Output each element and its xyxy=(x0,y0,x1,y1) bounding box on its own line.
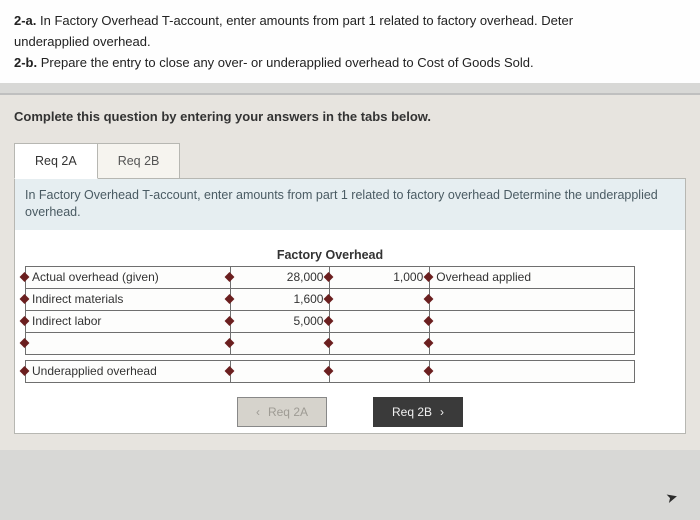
cell-text: 1,000 xyxy=(393,270,423,284)
credit-label-cell[interactable] xyxy=(430,332,635,354)
cell-text: Overhead applied xyxy=(436,270,531,284)
t-account-title: Factory Overhead xyxy=(26,244,635,267)
prev-label: Req 2A xyxy=(268,405,308,419)
debit-label-cell[interactable]: Actual overhead (given) xyxy=(26,266,231,288)
cell-text: Indirect labor xyxy=(32,314,101,328)
debit-label-cell[interactable] xyxy=(26,332,231,354)
part-b-text: Prepare the entry to close any over- or … xyxy=(37,55,533,70)
debit-amount-cell[interactable] xyxy=(230,332,330,354)
result-credit-label-cell[interactable] xyxy=(430,360,635,382)
next-button[interactable]: Req 2B › xyxy=(373,397,463,427)
part-a-text: In Factory Overhead T-account, enter amo… xyxy=(36,13,573,28)
credit-label-cell[interactable] xyxy=(430,288,635,310)
chevron-right-icon: › xyxy=(440,405,444,419)
table-row: Underapplied overhead xyxy=(26,360,635,382)
cell-text: 5,000 xyxy=(293,314,323,328)
tab-panel: In Factory Overhead T-account, enter amo… xyxy=(14,178,686,434)
tab-req-2b[interactable]: Req 2B xyxy=(98,143,181,179)
debit-label-cell[interactable]: Indirect labor xyxy=(26,310,231,332)
result-amount-cell[interactable] xyxy=(230,360,330,382)
cell-text: Actual overhead (given) xyxy=(32,270,159,284)
cell-text: 28,000 xyxy=(287,270,324,284)
part-a-label: 2-a. xyxy=(14,13,36,28)
debit-amount-cell[interactable]: 1,600 xyxy=(230,288,330,310)
debit-label-cell[interactable]: Indirect materials xyxy=(26,288,231,310)
table-row: Indirect labor 5,000 xyxy=(26,310,635,332)
t-account-wrap: Factory Overhead Actual overhead (given)… xyxy=(15,230,685,387)
question-text: 2-a. In Factory Overhead T-account, ente… xyxy=(0,0,700,83)
debit-amount-cell[interactable]: 28,000 xyxy=(230,266,330,288)
tab-bar: Req 2A Req 2B xyxy=(14,142,686,178)
credit-label-cell[interactable]: Overhead applied xyxy=(430,266,635,288)
answer-area: Complete this question by entering your … xyxy=(0,95,700,450)
chevron-left-icon: ‹ xyxy=(256,405,260,419)
next-label: Req 2B xyxy=(392,405,432,419)
cell-text: 1,600 xyxy=(293,292,323,306)
table-row: Actual overhead (given) 28,000 1,000 Ove… xyxy=(26,266,635,288)
t-account-table: Factory Overhead Actual overhead (given)… xyxy=(25,244,635,383)
credit-label-cell[interactable] xyxy=(430,310,635,332)
nav-button-row: ‹ Req 2A Req 2B › xyxy=(15,387,685,433)
credit-amount-cell[interactable] xyxy=(330,288,430,310)
part-b-label: 2-b. xyxy=(14,55,37,70)
part-a-line2: underapplied overhead. xyxy=(14,33,686,52)
result-label-cell[interactable]: Underapplied overhead xyxy=(26,360,231,382)
tab-req-2a[interactable]: Req 2A xyxy=(14,143,98,179)
cell-text: Indirect materials xyxy=(32,292,123,306)
credit-amount-cell[interactable] xyxy=(330,310,430,332)
credit-amount-cell[interactable]: 1,000 xyxy=(330,266,430,288)
table-row: Indirect materials 1,600 xyxy=(26,288,635,310)
cursor-icon: ➤ xyxy=(664,488,680,507)
result-credit-amount-cell[interactable] xyxy=(330,360,430,382)
panel-description: In Factory Overhead T-account, enter amo… xyxy=(15,179,685,230)
instruction-text: Complete this question by entering your … xyxy=(14,109,686,124)
prev-button: ‹ Req 2A xyxy=(237,397,327,427)
tab-label: Req 2B xyxy=(118,154,160,168)
credit-amount-cell[interactable] xyxy=(330,332,430,354)
tab-label: Req 2A xyxy=(35,154,77,168)
table-row xyxy=(26,332,635,354)
cell-text: Underapplied overhead xyxy=(32,364,157,378)
debit-amount-cell[interactable]: 5,000 xyxy=(230,310,330,332)
